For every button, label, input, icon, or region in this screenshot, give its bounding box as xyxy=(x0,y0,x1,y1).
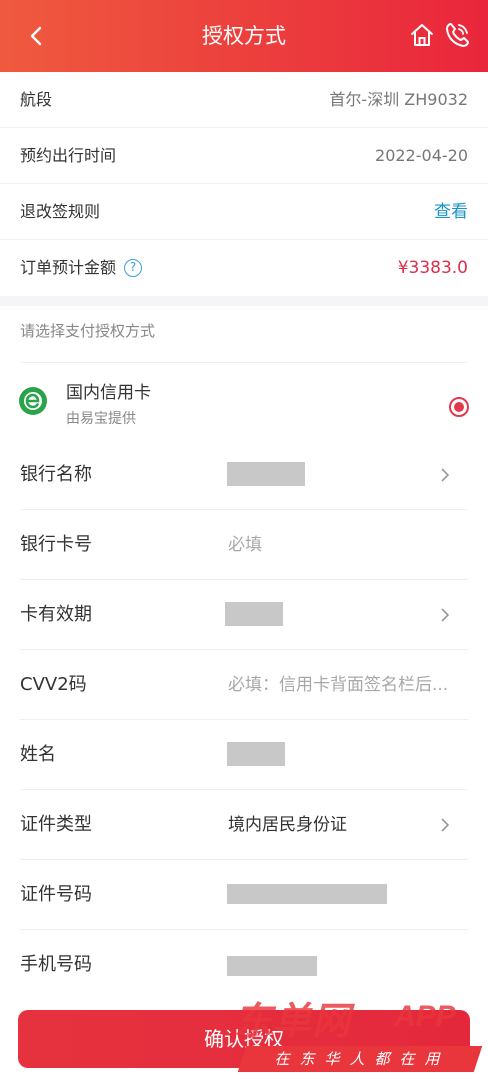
method-provider: 由易宝提供 xyxy=(66,411,136,427)
help-question-icon[interactable]: ? xyxy=(124,259,143,277)
card-number-field[interactable]: 银行卡号 必填 xyxy=(0,510,488,580)
id-type-field[interactable]: 证件类型 境内居民身份证 xyxy=(0,790,488,860)
travel-date-value: 2022-04-20 xyxy=(375,146,468,165)
card-number-label: 银行卡号 xyxy=(20,534,92,555)
phone-number-redacted xyxy=(227,956,317,976)
segment-value: 首尔-深圳 ZH9032 xyxy=(329,90,468,109)
card-expiry-label: 卡有效期 xyxy=(20,604,92,625)
bank-name-redacted xyxy=(227,462,305,486)
order-amount-row: 订单预计金额? ¥3383.0 xyxy=(0,240,488,296)
refund-rules-label: 退改签规则 xyxy=(20,202,101,221)
travel-date-row: 预约出行时间 2022-04-20 xyxy=(0,128,488,184)
travel-date-label: 预约出行时间 xyxy=(20,146,117,165)
payment-section: 请选择支付授权方式 国内信用卡 由易宝提供 银行名称 银行卡号 必填 卡有效期 … xyxy=(0,306,488,1079)
refund-rules-row: 退改签规则 查看 xyxy=(0,184,488,240)
payment-section-title: 请选择支付授权方式 xyxy=(20,322,156,340)
id-type-label: 证件类型 xyxy=(20,814,92,835)
credit-card-method-option[interactable]: 国内信用卡 由易宝提供 xyxy=(0,364,488,444)
card-number-input[interactable]: 必填 xyxy=(228,510,262,580)
bank-name-label: 银行名称 xyxy=(20,464,92,485)
home-icon[interactable] xyxy=(409,22,435,48)
holder-name-field[interactable]: 姓名 xyxy=(0,720,488,790)
divider xyxy=(20,362,468,363)
method-radio-selected[interactable] xyxy=(449,397,469,417)
id-type-value: 境内居民身份证 xyxy=(228,815,347,835)
phone-icon[interactable] xyxy=(444,21,470,49)
holder-name-redacted xyxy=(227,742,285,766)
id-number-label: 证件号码 xyxy=(20,884,92,905)
method-name: 国内信用卡 xyxy=(66,383,151,403)
chevron-right-icon xyxy=(441,608,450,622)
segment-row: 航段 首尔-深圳 ZH9032 xyxy=(0,72,488,128)
phone-number-label: 手机号码 xyxy=(20,954,92,975)
cvv-input[interactable]: 必填：信用卡背面签名栏后... xyxy=(228,650,448,720)
card-expiry-field[interactable]: 卡有效期 xyxy=(0,580,488,650)
id-number-redacted xyxy=(227,884,387,904)
card-expiry-redacted xyxy=(225,602,283,626)
top-navigation-bar: 授权方式 xyxy=(0,0,488,72)
order-amount-value: ¥3383.0 xyxy=(397,258,468,278)
holder-name-label: 姓名 xyxy=(20,744,56,765)
yeepay-logo-icon xyxy=(19,387,47,415)
chevron-right-icon xyxy=(441,468,450,482)
phone-number-field[interactable]: 手机号码 xyxy=(0,930,488,1000)
order-amount-label: 订单预计金额? xyxy=(20,240,143,296)
view-rules-link[interactable]: 查看 xyxy=(434,184,468,240)
segment-label: 航段 xyxy=(20,90,53,109)
confirm-authorization-button[interactable]: 确认授权 xyxy=(18,1010,470,1068)
cvv-label: CVV2码 xyxy=(20,674,87,695)
trip-info-card: 航段 首尔-深圳 ZH9032 预约出行时间 2022-04-20 退改签规则 … xyxy=(0,72,488,296)
cvv-field[interactable]: CVV2码 必填：信用卡背面签名栏后... xyxy=(0,650,488,720)
order-amount-label-text: 订单预计金额 xyxy=(20,258,117,277)
chevron-right-icon xyxy=(441,818,450,832)
bank-name-field[interactable]: 银行名称 xyxy=(0,440,488,510)
id-number-field[interactable]: 证件号码 xyxy=(0,860,488,930)
